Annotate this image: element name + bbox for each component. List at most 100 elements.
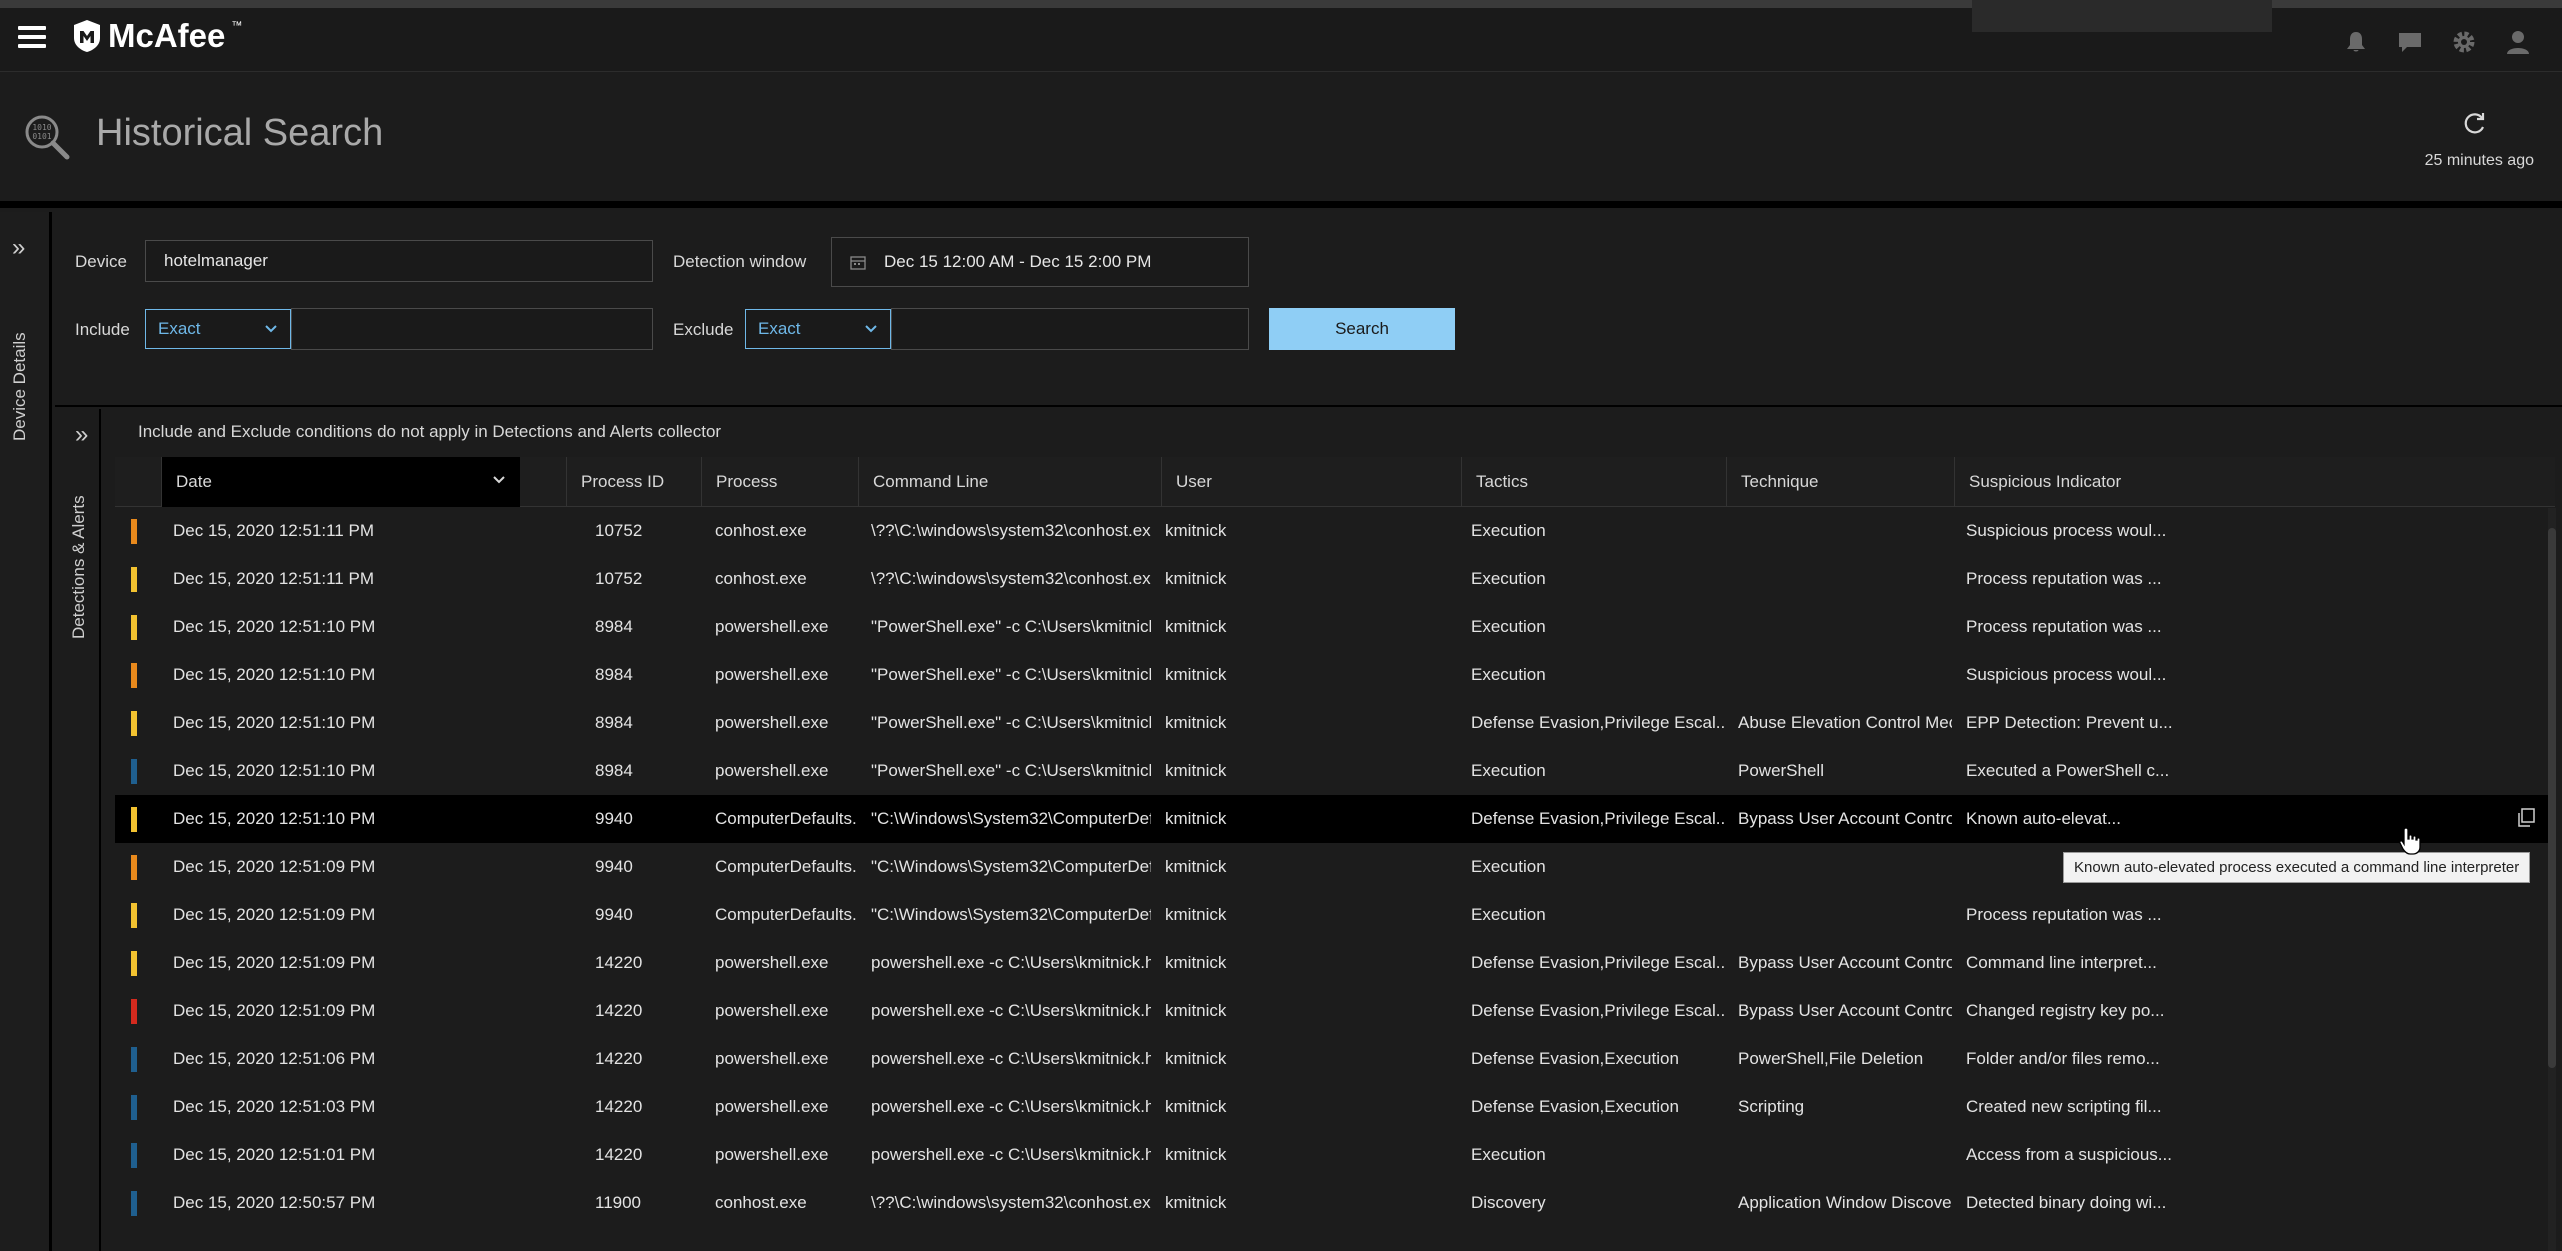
cell-date: Dec 15, 2020 12:50:57 PM — [173, 1193, 376, 1212]
column-header-suspicious-indicator[interactable]: Suspicious Indicator — [1954, 457, 2206, 507]
severity-indicator — [131, 567, 137, 592]
severity-indicator — [131, 999, 137, 1024]
cell-user: kmitnick — [1165, 857, 1227, 876]
trademark: ™ — [231, 20, 243, 32]
table-row[interactable]: Dec 15, 2020 12:51:10 PM 9940 ComputerDefa… — [115, 795, 2555, 843]
svg-text:1010: 1010 — [32, 123, 51, 132]
include-input[interactable] — [291, 308, 653, 350]
cell-date: Dec 15, 2020 12:51:10 PM — [173, 809, 376, 828]
cell-date: Dec 15, 2020 12:51:11 PM — [173, 569, 374, 588]
cell-tactics: Execution — [1471, 569, 1546, 588]
cell-technique — [1724, 603, 1952, 651]
column-header-user[interactable]: User — [1161, 457, 1461, 507]
expand-rail-icon[interactable]: » — [12, 234, 25, 262]
table-row[interactable]: Dec 15, 2020 12:51:10 PM 8984 powershell.e… — [115, 699, 2555, 747]
cell-technique — [1724, 507, 1952, 555]
include-mode-select[interactable]: Exact — [145, 309, 291, 349]
severity-indicator — [131, 663, 137, 688]
column-header-process[interactable]: Process — [701, 457, 858, 507]
severity-indicator — [131, 1047, 137, 1072]
scrollbar-thumb[interactable] — [2548, 528, 2556, 1068]
cell-user: kmitnick — [1165, 713, 1227, 732]
cell-tactics: Defense Evasion,Privilege Escal... — [1471, 809, 1724, 828]
table-row[interactable]: Dec 15, 2020 12:51:10 PM 8984 powershell.e… — [115, 603, 2555, 651]
table-row[interactable]: Dec 15, 2020 12:51:10 PM 8984 powershell.e… — [115, 747, 2555, 795]
hamburger-menu-icon[interactable] — [18, 26, 46, 48]
top-icon-group — [2342, 28, 2532, 56]
cell-process: conhost.exe — [715, 1193, 807, 1212]
table-row[interactable]: Dec 15, 2020 12:51:06 PM 14220 powershell.… — [115, 1035, 2555, 1083]
cell-process-id: 14220 — [595, 1049, 643, 1068]
exclude-label: Exclude — [673, 320, 734, 339]
cell-command-line: "PowerShell.exe" -c C:\Users\kmitnick.ho… — [871, 617, 1151, 636]
severity-indicator — [131, 1095, 137, 1120]
detection-window-label: Detection window — [673, 252, 807, 271]
column-header-label: Tactics — [1476, 472, 1528, 491]
bell-icon[interactable] — [2342, 28, 2370, 56]
cell-technique: Abuse Elevation Control Mech... — [1738, 713, 1952, 732]
table-row[interactable]: Dec 15, 2020 12:51:03 PM 14220 powershell.… — [115, 1083, 2555, 1131]
detections-rail: » Detections & Alerts — [55, 409, 101, 1251]
chevron-down-icon — [865, 325, 877, 333]
cell-command-line: powershell.exe -c C:\Users\kmitnick.hosp… — [871, 1145, 1151, 1164]
cell-suspicious-indicator: Process reputation was ... — [1966, 617, 2162, 636]
table-row[interactable]: Dec 15, 2020 12:51:11 PM 10752 conhost.exe… — [115, 555, 2555, 603]
device-details-tab[interactable]: Device Details — [10, 312, 34, 462]
copy-icon[interactable] — [2515, 807, 2537, 829]
cell-tactics: Execution — [1471, 1145, 1546, 1164]
severity-indicator — [131, 1143, 137, 1168]
cell-user: kmitnick — [1165, 761, 1227, 780]
table-row[interactable]: Dec 15, 2020 12:51:09 PM 9940 ComputerDefa… — [115, 891, 2555, 939]
cell-command-line: "PowerShell.exe" -c C:\Users\kmitnick.ho… — [871, 713, 1151, 732]
cell-date: Dec 15, 2020 12:51:09 PM — [173, 1001, 376, 1020]
table-row[interactable]: Dec 15, 2020 12:51:11 PM 10752 conhost.exe… — [115, 507, 2555, 555]
user-icon[interactable] — [2504, 28, 2532, 56]
table-row[interactable]: Dec 15, 2020 12:50:57 PM 11900 conhost.exe… — [115, 1179, 2555, 1227]
device-input[interactable]: hotelmanager — [145, 240, 653, 282]
cell-suspicious-indicator: Folder and/or files remo... — [1966, 1049, 2160, 1068]
cell-tactics: Defense Evasion,Privilege Escal... — [1471, 1001, 1724, 1020]
cell-command-line: powershell.exe -c C:\Users\kmitnick.hosp… — [871, 1001, 1151, 1020]
gear-icon[interactable] — [2450, 28, 2478, 56]
collector-info-text: Include and Exclude conditions do not ap… — [138, 422, 722, 441]
cell-technique — [1724, 1131, 1952, 1179]
cell-tactics: Execution — [1471, 857, 1546, 876]
column-header-tactics[interactable]: Tactics — [1461, 457, 1726, 507]
cell-process-id: 8984 — [595, 713, 633, 732]
sort-descending-icon[interactable] — [492, 475, 506, 485]
cell-process: powershell.exe — [715, 1097, 829, 1116]
exclude-input[interactable] — [891, 308, 1249, 350]
page-header: 1010 0101 Historical Search 25 minutes a… — [0, 72, 2562, 208]
cell-technique: PowerShell,File Deletion — [1738, 1049, 1924, 1068]
refresh-icon[interactable] — [2462, 110, 2488, 136]
table-row[interactable]: Dec 15, 2020 12:51:01 PM 14220 powershell.… — [115, 1131, 2555, 1179]
cell-user: kmitnick — [1165, 953, 1227, 972]
cell-command-line: \??\C:\windows\system32\conhost.exe 0xff… — [871, 521, 1151, 540]
cell-process: powershell.exe — [715, 761, 829, 780]
table-row[interactable]: Dec 15, 2020 12:51:10 PM 8984 powershell.e… — [115, 651, 2555, 699]
table-row[interactable]: Dec 15, 2020 12:51:09 PM 14220 powershell.… — [115, 939, 2555, 987]
mcafee-logo[interactable]: McAfee ™ — [72, 17, 243, 54]
column-header-technique[interactable]: Technique — [1726, 457, 1954, 507]
cell-user: kmitnick — [1165, 1193, 1227, 1212]
exclude-mode-select[interactable]: Exact — [745, 309, 891, 349]
cell-command-line: powershell.exe -c C:\Users\kmitnick.hosp… — [871, 1049, 1151, 1068]
expand-detections-icon[interactable]: » — [75, 421, 88, 449]
column-header-command-line[interactable]: Command Line — [858, 457, 1161, 507]
column-header-date[interactable]: Date — [161, 457, 520, 507]
table-scrollbar[interactable] — [2548, 508, 2556, 1251]
detections-alerts-tab[interactable]: Detections & Alerts — [69, 477, 91, 657]
cell-date: Dec 15, 2020 12:51:10 PM — [173, 617, 376, 636]
column-header-process-id[interactable]: Process ID — [566, 457, 701, 507]
hand-cursor-icon — [2399, 827, 2421, 855]
detection-window-input[interactable]: Dec 15 12:00 AM - Dec 15 2:00 PM — [831, 237, 1249, 287]
cell-command-line: "C:\Windows\System32\ComputerDefaults.ex… — [871, 809, 1151, 828]
chat-icon[interactable] — [2396, 28, 2424, 56]
chevron-down-icon — [265, 325, 277, 333]
cell-process-id: 8984 — [595, 617, 633, 636]
table-row[interactable]: Dec 15, 2020 12:51:09 PM 14220 powershell.… — [115, 987, 2555, 1035]
cell-date: Dec 15, 2020 12:51:10 PM — [173, 665, 376, 684]
search-button[interactable]: Search — [1269, 308, 1455, 350]
cell-process: ComputerDefaults.exe — [715, 809, 857, 828]
cell-user: kmitnick — [1165, 569, 1227, 588]
